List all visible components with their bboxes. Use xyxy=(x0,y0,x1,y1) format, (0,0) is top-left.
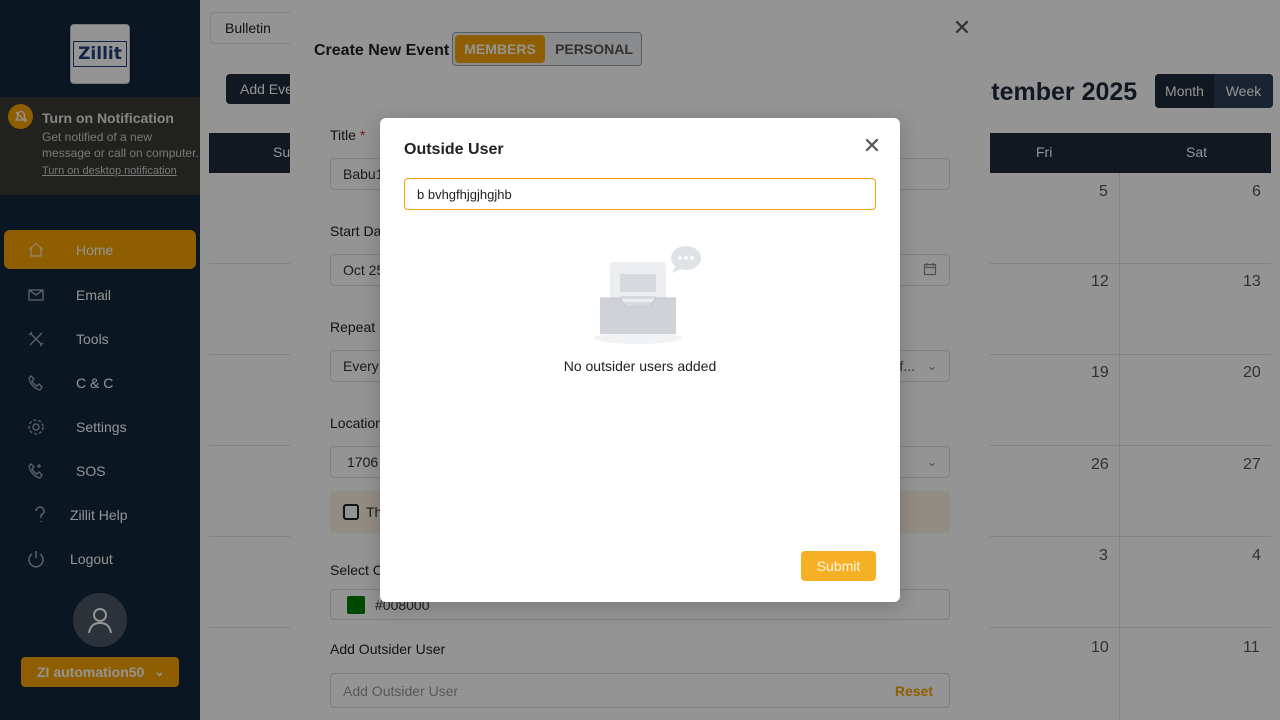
outside-user-modal: Outside User ✕ No outsider users added S… xyxy=(380,118,900,602)
submit-button[interactable]: Submit xyxy=(801,551,876,581)
modal-title: Outside User xyxy=(404,141,504,158)
outside-user-input[interactable] xyxy=(404,178,876,210)
empty-inbox-icon xyxy=(594,246,701,344)
close-icon[interactable]: ✕ xyxy=(862,135,882,157)
empty-state-text: No outsider users added xyxy=(563,358,717,374)
